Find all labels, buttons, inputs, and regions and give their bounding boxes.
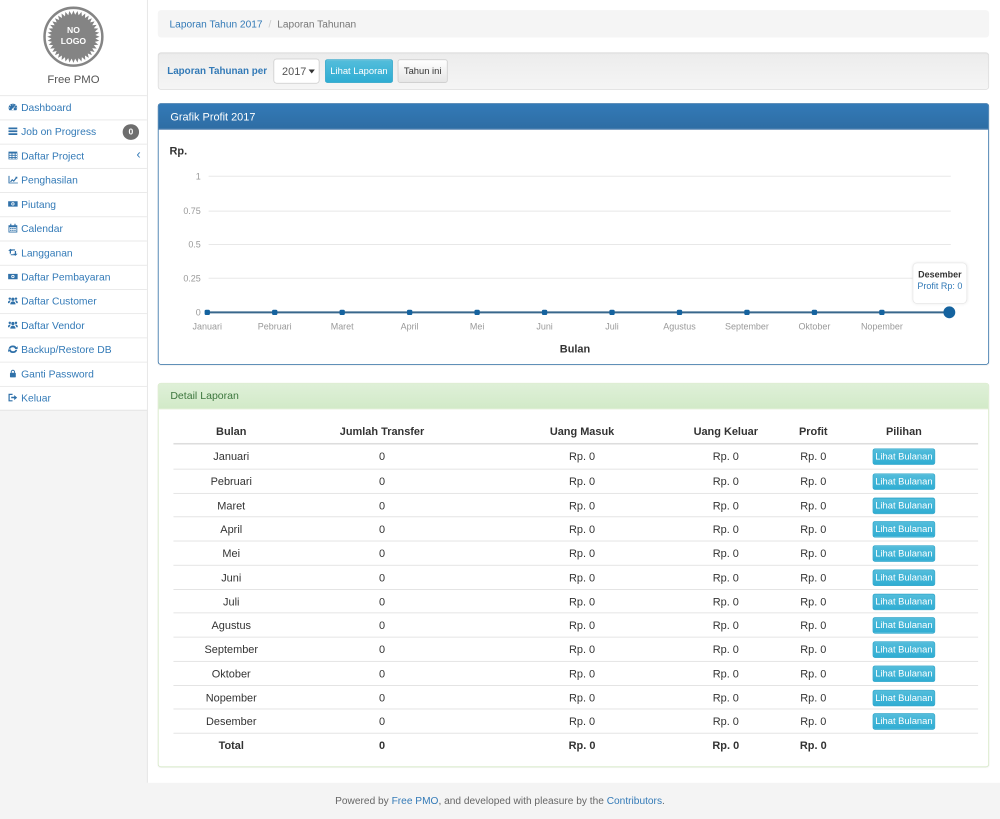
svg-text:September: September bbox=[725, 322, 769, 332]
svg-text:Agustus: Agustus bbox=[663, 322, 696, 332]
svg-text:1: 1 bbox=[196, 171, 201, 181]
svg-text:Maret: Maret bbox=[331, 322, 354, 332]
svg-text:0.5: 0.5 bbox=[188, 240, 200, 250]
svg-text:Januari: Januari bbox=[193, 322, 222, 332]
svg-text:0.75: 0.75 bbox=[183, 206, 200, 216]
svg-text:Nopember: Nopember bbox=[861, 322, 903, 332]
svg-text:Juli: Juli bbox=[605, 322, 618, 332]
svg-text:NO: NO bbox=[67, 25, 80, 35]
svg-text:0: 0 bbox=[196, 307, 201, 317]
svg-text:April: April bbox=[401, 322, 419, 332]
svg-text:0.25: 0.25 bbox=[183, 273, 200, 283]
svg-text:LOGO: LOGO bbox=[61, 36, 87, 46]
svg-text:Mei: Mei bbox=[470, 322, 484, 332]
svg-text:Juni: Juni bbox=[536, 322, 552, 332]
svg-text:Oktober: Oktober bbox=[798, 322, 830, 332]
svg-text:Pebruari: Pebruari bbox=[258, 322, 292, 332]
